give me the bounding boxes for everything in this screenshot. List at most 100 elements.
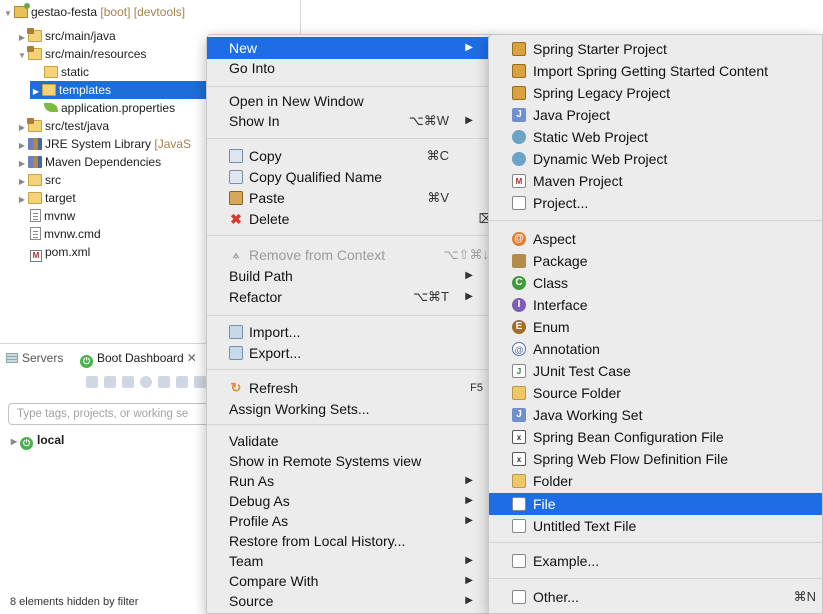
- collapse-arrow-icon[interactable]: ▶: [8, 433, 20, 451]
- edit-icon[interactable]: [176, 376, 188, 388]
- menu-item-aspect[interactable]: @ Aspect: [489, 228, 822, 250]
- menu-item-label: Package: [533, 253, 588, 269]
- menu-item-build-path[interactable]: Build Path ▶: [207, 265, 495, 287]
- tree-item-application-properties[interactable]: application.properties: [44, 99, 175, 117]
- menu-item-label: Open in New Window: [229, 93, 364, 109]
- menu-item-label: Untitled Text File: [533, 518, 637, 534]
- menu-item-source[interactable]: Source ▶: [207, 590, 495, 612]
- menu-item-file[interactable]: File: [489, 493, 822, 515]
- menu-item-project[interactable]: Project...: [489, 192, 822, 214]
- menu-item-run-as[interactable]: Run As ▶: [207, 470, 495, 492]
- menu-item-spring-bean-configuration-file[interactable]: x Spring Bean Configuration File: [489, 426, 822, 448]
- tree-item-src[interactable]: ▶ src: [16, 171, 61, 189]
- tree-item-pom-xml[interactable]: Mpom.xml: [30, 243, 90, 262]
- menu-item-copy[interactable]: Copy ⌘C: [207, 145, 495, 167]
- menu-item-junit-test-case[interactable]: J JUnit Test Case: [489, 360, 822, 382]
- tab-boot-dashboard[interactable]: ⏻ Boot Dashboard ✕: [80, 347, 197, 369]
- tree-item-src-main-java[interactable]: ▶ src/main/java: [16, 27, 116, 45]
- menu-item-annotation[interactable]: @ Annotation: [489, 338, 822, 360]
- tree-item-src-test-java[interactable]: ▶ src/test/java: [16, 117, 109, 135]
- shortcut-label: ⌥⌘W: [408, 113, 449, 128]
- expand-arrow-icon[interactable]: ▼: [2, 5, 14, 23]
- open-browser-icon[interactable]: [140, 376, 152, 388]
- menu-item-show-in[interactable]: Show In ⌥⌘W ▶: [207, 110, 495, 132]
- source-folder-icon: [27, 46, 42, 60]
- menu-separator: [489, 220, 822, 221]
- menu-item-label: File: [533, 496, 556, 512]
- menu-item-paste[interactable]: Paste ⌘V: [207, 187, 495, 209]
- start-icon[interactable]: [86, 376, 98, 388]
- menu-item-delete[interactable]: ✖Delete⌦: [207, 208, 497, 230]
- menu-item-import[interactable]: Import...: [207, 321, 495, 343]
- menu-item-label: New: [229, 40, 258, 56]
- menu-item-import-spring-getting-started[interactable]: Import Spring Getting Started Content: [489, 60, 822, 82]
- menu-item-package[interactable]: Package: [489, 250, 822, 272]
- tab-servers[interactable]: Servers: [6, 347, 63, 369]
- menu-item-compare-with[interactable]: Compare With ▶: [207, 570, 495, 592]
- menu-separator: [489, 578, 822, 579]
- menu-item-untitled-text-file[interactable]: Untitled Text File: [489, 515, 822, 537]
- menu-item-other[interactable]: Other... ⌘N: [489, 586, 822, 608]
- collapse-arrow-icon[interactable]: ▶: [16, 191, 28, 209]
- tree-item-label: src/main/resources: [45, 47, 147, 61]
- collapse-arrow-icon[interactable]: ▶: [30, 83, 42, 101]
- menu-item-source-folder[interactable]: Source Folder: [489, 382, 822, 404]
- menu-item-interface[interactable]: I Interface: [489, 294, 822, 316]
- menu-item-go-into[interactable]: Go Into: [207, 57, 495, 79]
- tree-item-static[interactable]: static: [44, 63, 89, 81]
- tree-project[interactable]: ▼ gestao-festa [boot] [devtools]: [2, 3, 185, 21]
- menu-item-class[interactable]: C Class: [489, 272, 822, 294]
- collapse-arrow-icon[interactable]: ▶: [16, 137, 28, 153]
- spring-starter-icon: [512, 42, 526, 56]
- menu-item-label: Refactor: [229, 289, 282, 305]
- close-icon[interactable]: ✕: [187, 351, 197, 365]
- menu-item-label: Team: [229, 553, 264, 569]
- menu-item-refresh[interactable]: ↻ Refresh F5: [207, 377, 495, 399]
- tree-item-maven-dependencies[interactable]: ▶ Maven Dependencies: [16, 153, 161, 171]
- menu-item-label: Go Into: [229, 60, 275, 76]
- menu-item-label: Java Working Set: [533, 407, 643, 423]
- menu-item-team[interactable]: Team ▶: [207, 550, 495, 572]
- menu-item-copy-qualified-name[interactable]: Copy Qualified Name: [207, 166, 495, 188]
- menu-item-example[interactable]: Example...: [489, 550, 822, 572]
- tree-item-src-main-resources[interactable]: ▼ src/main/resources: [16, 45, 146, 63]
- menu-item-java-working-set[interactable]: J Java Working Set: [489, 404, 822, 426]
- menu-item-new[interactable]: New ▶: [207, 37, 495, 59]
- debug-icon[interactable]: [104, 376, 116, 388]
- menu-item-refactor[interactable]: Refactor ⌥⌘T ▶: [207, 286, 495, 308]
- menu-item-maven-project[interactable]: M Maven Project: [489, 170, 822, 192]
- aspect-icon: @: [512, 232, 526, 246]
- console-icon[interactable]: [158, 376, 170, 388]
- stop-icon[interactable]: [122, 376, 134, 388]
- menu-item-dynamic-web-project[interactable]: Dynamic Web Project: [489, 148, 822, 170]
- tree-item-target[interactable]: ▶ target: [16, 189, 76, 207]
- submenu-arrow-icon: ▶: [465, 270, 473, 281]
- menu-item-label: Aspect: [533, 231, 576, 247]
- menu-item-java-project[interactable]: J Java Project: [489, 104, 822, 126]
- menu-item-static-web-project[interactable]: Static Web Project: [489, 126, 822, 148]
- menu-item-enum[interactable]: E Enum: [489, 316, 822, 338]
- library-icon: [28, 156, 42, 168]
- menu-item-restore-from-local-history[interactable]: Restore from Local History...: [207, 530, 495, 552]
- menu-item-validate[interactable]: Validate: [207, 430, 495, 452]
- tree-item-jre-library[interactable]: ▶ JRE System Library [JavaS: [16, 135, 206, 153]
- tree-item-mvnw[interactable]: mvnw: [30, 207, 75, 225]
- menu-separator: [207, 369, 495, 370]
- library-icon: [28, 138, 42, 150]
- properties-icon[interactable]: [194, 376, 206, 388]
- menu-item-spring-legacy-project[interactable]: Spring Legacy Project: [489, 82, 822, 104]
- menu-item-spring-starter-project[interactable]: Spring Starter Project: [489, 38, 822, 60]
- menu-item-profile-as[interactable]: Profile As ▶: [207, 510, 495, 532]
- menu-item-spring-web-flow-definition-file[interactable]: x Spring Web Flow Definition File: [489, 448, 822, 470]
- menu-item-debug-as[interactable]: Debug As ▶: [207, 490, 495, 512]
- submenu-arrow-icon: ▶: [465, 475, 473, 486]
- tree-item-local[interactable]: ▶ ⏻ local: [8, 431, 64, 451]
- menu-item-assign-working-sets[interactable]: Assign Working Sets...: [207, 398, 495, 420]
- menu-item-export[interactable]: Export...: [207, 342, 495, 364]
- tree-item-templates[interactable]: ▶ templates: [30, 81, 206, 99]
- menu-item-folder[interactable]: Folder: [489, 470, 822, 492]
- menu-item-open-in-new-window[interactable]: Open in New Window: [207, 90, 495, 112]
- spring-boot-icon: ⏻: [20, 437, 33, 450]
- tree-item-mvnw-cmd[interactable]: mvnw.cmd: [30, 225, 101, 243]
- menu-item-show-in-remote-systems[interactable]: Show in Remote Systems view: [207, 450, 495, 472]
